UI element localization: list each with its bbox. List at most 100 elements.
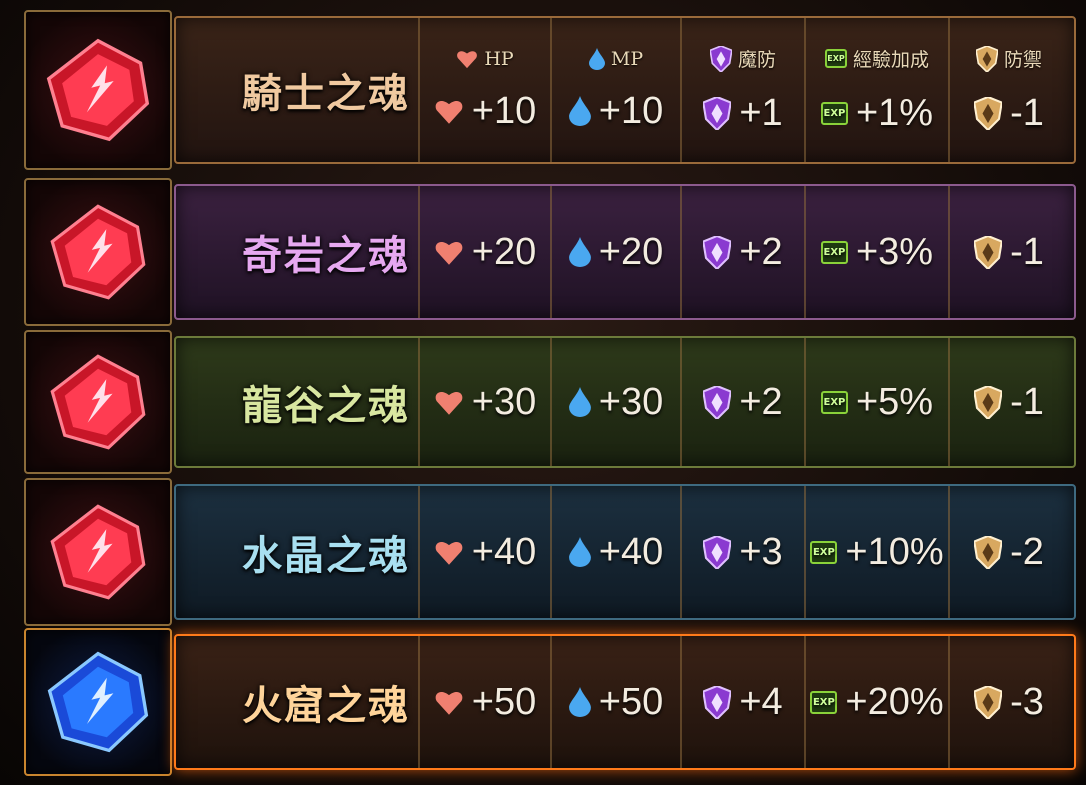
soul-panel: 騎士之魂 HP +10 MP +10 魔防 +1 EXP 經驗加成 EXP +1… (174, 16, 1076, 164)
def-header-label: 防禦 (1003, 49, 1042, 71)
magic-shield-icon (703, 535, 732, 569)
hp-header-label: HP (484, 47, 514, 70)
def-cell: -1 (948, 186, 1068, 318)
defense-shield-icon (974, 685, 1003, 719)
water-drop-icon (568, 237, 591, 267)
def-value: -2 (1010, 530, 1044, 573)
soul-row-crystal[interactable]: 水晶之魂 +40 +40 +3 EXP +10% -2 (16, 478, 1076, 626)
def-value: -1 (1010, 380, 1044, 423)
exp-cell: EXP +10% (804, 486, 948, 618)
gem-slot[interactable] (24, 628, 172, 776)
hp-cell: +50 (418, 636, 550, 768)
def-cell: -3 (948, 636, 1068, 768)
hp-header: HP (456, 47, 514, 70)
soul-name: 水晶之魂 (242, 532, 410, 579)
magic-shield-icon (703, 385, 732, 419)
exp-value: +10% (845, 530, 944, 573)
water-drop-icon (568, 387, 591, 417)
mdef-cell: +3 (680, 486, 804, 618)
soul-gem-icon (50, 354, 146, 450)
mdef-cell: 魔防 +1 (680, 18, 804, 162)
hp-cell: +20 (418, 186, 550, 318)
soul-name: 火窟之魂 (242, 682, 410, 729)
soul-name: 奇岩之魂 (242, 232, 410, 279)
water-drop-icon (568, 96, 591, 126)
mp-value: +40 (598, 530, 664, 573)
mp-cell: +30 (550, 338, 680, 466)
soul-panel: 火窟之魂 +50 +50 +4 EXP +20% -3 (174, 634, 1076, 770)
hp-value: +20 (471, 230, 537, 273)
def-value: -1 (1010, 230, 1044, 273)
soul-panel: 水晶之魂 +40 +40 +3 EXP +10% -2 (174, 484, 1076, 620)
soul-row-fire-cave[interactable]: 火窟之魂 +50 +50 +4 EXP +20% -3 (16, 628, 1076, 776)
mdef-value: +1 (739, 92, 783, 134)
exp-value: +1% (855, 92, 934, 134)
water-drop-icon (568, 687, 591, 717)
exp-badge-icon: EXP (810, 690, 838, 714)
gem-slot[interactable] (24, 10, 172, 170)
mdef-header-label: 魔防 (737, 49, 776, 71)
soul-row-giran[interactable]: 奇岩之魂 +20 +20 +2 EXP +3% -1 (16, 178, 1076, 326)
soul-gem-icon (46, 38, 150, 142)
mdef-header: 魔防 (709, 45, 776, 72)
mdef-value: +2 (739, 230, 783, 273)
soul-row-dragon-valley[interactable]: 龍谷之魂 +30 +30 +2 EXP +5% -1 (16, 330, 1076, 474)
exp-badge-icon: EXP (824, 49, 847, 68)
mdef-value: +4 (739, 680, 783, 723)
mp-value: +20 (598, 230, 664, 273)
hp-value: +30 (471, 380, 537, 423)
exp-cell: EXP +3% (804, 186, 948, 318)
mp-cell: +40 (550, 486, 680, 618)
soul-gem-icon (47, 651, 149, 753)
mdef-value: +2 (739, 380, 783, 423)
gem-slot[interactable] (24, 178, 172, 326)
heart-icon (434, 98, 464, 125)
def-cell: -1 (948, 338, 1068, 466)
gem-slot[interactable] (24, 330, 172, 474)
heart-icon (456, 49, 478, 69)
mp-cell: +50 (550, 636, 680, 768)
exp-badge-icon: EXP (820, 240, 848, 264)
hp-cell: +40 (418, 486, 550, 618)
def-header: 防禦 (975, 45, 1042, 72)
soul-row-knight[interactable]: 騎士之魂 HP +10 MP +10 魔防 +1 EXP 經驗加成 EXP +1… (16, 10, 1076, 170)
defense-shield-icon (974, 97, 1003, 130)
exp-cell: EXP +20% (804, 636, 948, 768)
mdef-cell: +2 (680, 186, 804, 318)
water-drop-icon (588, 47, 605, 70)
hp-cell: +30 (418, 338, 550, 466)
hp-value: +10 (471, 89, 537, 132)
soul-name: 騎士之魂 (242, 70, 410, 117)
magic-shield-icon (703, 685, 732, 719)
mp-header-label: MP (610, 47, 644, 70)
heart-icon (434, 539, 464, 566)
exp-badge-icon: EXP (810, 540, 838, 564)
mdef-cell: +2 (680, 338, 804, 466)
exp-cell: EXP 經驗加成 EXP +1% (804, 18, 948, 162)
mdef-value: +3 (739, 530, 783, 573)
exp-badge-icon: EXP (820, 102, 848, 125)
defense-shield-icon (974, 235, 1003, 269)
mp-cell: MP +10 (550, 18, 680, 162)
def-cell: 防禦 -1 (948, 18, 1068, 162)
def-cell: -2 (948, 486, 1068, 618)
soul-panel: 奇岩之魂 +20 +20 +2 EXP +3% -1 (174, 184, 1076, 320)
heart-icon (434, 389, 464, 416)
heart-icon (434, 689, 464, 716)
gem-slot[interactable] (24, 478, 172, 626)
soul-name: 龍谷之魂 (242, 382, 410, 429)
soul-panel: 龍谷之魂 +30 +30 +2 EXP +5% -1 (174, 336, 1076, 468)
mdef-cell: +4 (680, 636, 804, 768)
def-value: -1 (1010, 92, 1044, 134)
mp-header: MP (588, 47, 644, 70)
soul-gem-icon (50, 504, 146, 600)
magic-shield-icon (703, 235, 732, 269)
exp-value: +3% (855, 230, 934, 273)
exp-value: +20% (845, 680, 944, 723)
hp-value: +50 (471, 680, 537, 723)
soul-gem-icon (50, 204, 146, 300)
mp-value: +10 (598, 89, 664, 132)
defense-shield-icon (975, 45, 998, 72)
defense-shield-icon (974, 535, 1003, 569)
hp-value: +40 (471, 530, 537, 573)
